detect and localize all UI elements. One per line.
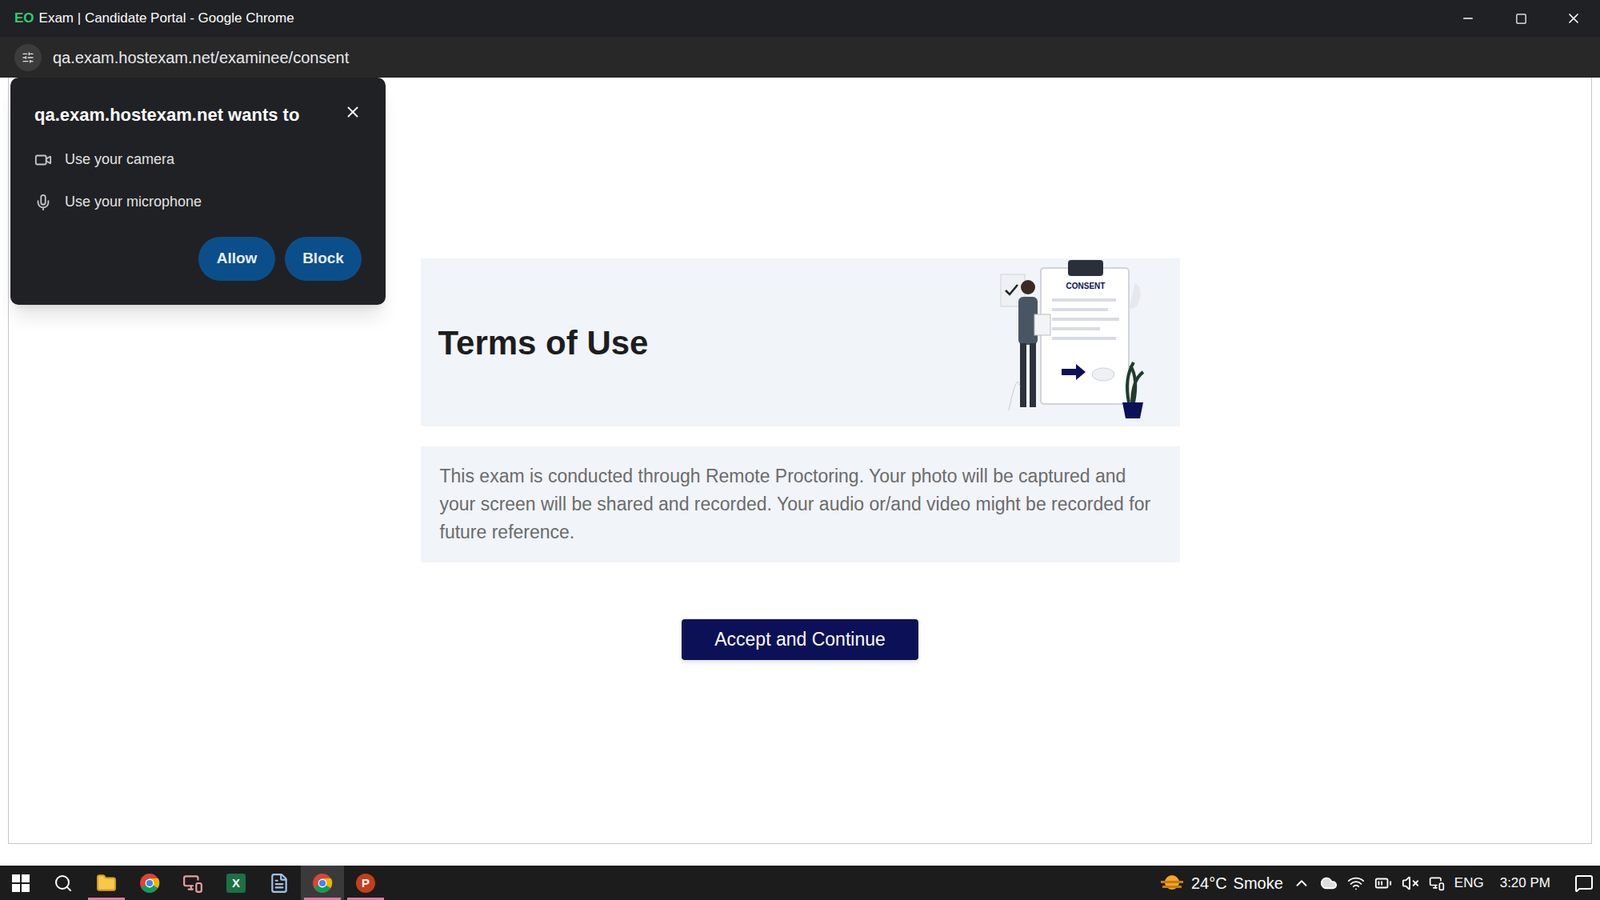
sun-haze-icon	[1159, 872, 1185, 894]
consent-description-card: This exam is conducted through Remote Pr…	[420, 446, 1180, 563]
search-icon	[53, 873, 73, 893]
open-indicator	[304, 897, 341, 900]
taskbar-app[interactable]	[171, 865, 215, 900]
cloud-icon[interactable]	[1320, 874, 1338, 892]
taskbar: X P 24°CSmoke ENG 3:20 PM	[0, 865, 1600, 900]
url-field[interactable]: qa.exam.hostexam.net/examinee/consent	[52, 45, 349, 70]
site-settings-icon	[21, 51, 35, 64]
volume-muted-icon[interactable]	[1401, 874, 1420, 892]
taskbar-app[interactable]: X	[214, 865, 258, 900]
camera-icon	[34, 151, 52, 169]
minimize-icon	[1460, 11, 1476, 26]
temperature: 24°C	[1191, 871, 1228, 896]
svg-text:CONSENT: CONSENT	[1065, 281, 1105, 291]
clock[interactable]: 3:20 PM	[1500, 872, 1551, 894]
notepad-icon	[268, 872, 290, 894]
battery-icon[interactable]	[1374, 874, 1392, 892]
folder-icon	[96, 872, 117, 894]
taskbar-app[interactable]	[128, 865, 172, 900]
window-title: Exam | Candidate Portal - Google Chrome	[39, 8, 295, 29]
title-bar: EOExam | Candidate Portal - Google Chrom…	[0, 0, 1600, 37]
close-button[interactable]	[1547, 0, 1600, 37]
screen: EOExam | Candidate Portal - Google Chrom…	[0, 0, 1600, 900]
search-button[interactable]	[41, 865, 85, 900]
weather-condition: Smoke	[1233, 871, 1284, 896]
close-prompt-icon[interactable]	[344, 103, 362, 121]
chrome-icon	[139, 872, 160, 894]
open-indicator	[88, 897, 125, 900]
permission-item: Use your microphone	[34, 191, 362, 213]
chevron-up-icon[interactable]	[1292, 874, 1311, 892]
permission-label: Use your microphone	[64, 191, 202, 213]
start-button[interactable]	[0, 865, 42, 900]
consent-description: This exam is conducted through Remote Pr…	[440, 462, 1161, 547]
permission-item: Use your camera	[34, 148, 362, 171]
meet-icon[interactable]	[1428, 875, 1445, 892]
consent-illustration: CONSENT	[992, 258, 1161, 427]
accept-button[interactable]: Accept and Continue	[681, 619, 919, 660]
permission-prompt: qa.exam.hostexam.net wants to Use your ca…	[10, 77, 386, 305]
consent-header-card: Terms of Use CONSENT	[420, 258, 1180, 427]
prompt-title: qa.exam.hostexam.net wants to	[34, 101, 300, 128]
wifi-icon[interactable]	[1347, 874, 1365, 892]
microphone-icon	[34, 193, 52, 212]
app-icon	[182, 872, 204, 894]
windows-icon	[12, 874, 30, 892]
close-icon	[1565, 10, 1582, 27]
permission-label: Use your camera	[64, 148, 175, 171]
chrome-icon	[312, 872, 333, 894]
language-indicator[interactable]: ENG	[1454, 872, 1484, 894]
taskbar-app[interactable]	[84, 865, 128, 900]
consent-title: Terms of Use	[438, 317, 649, 368]
weather-widget[interactable]: 24°CSmoke	[1159, 871, 1284, 896]
powerpoint-icon: P	[356, 873, 376, 893]
notifications-icon[interactable]	[1574, 873, 1594, 893]
excel-icon: X	[226, 873, 246, 893]
prompt-button[interactable]: Block	[284, 236, 362, 281]
taskbar-app[interactable]	[300, 865, 344, 900]
open-indicator	[347, 897, 384, 900]
app-logo: EO	[14, 8, 35, 29]
maximize-icon	[1515, 12, 1528, 25]
taskbar-app[interactable]	[257, 865, 301, 900]
maximize-button[interactable]	[1494, 0, 1548, 37]
minimize-button[interactable]	[1441, 0, 1495, 37]
prompt-button[interactable]: Allow	[198, 236, 276, 281]
taskbar-app[interactable]: P	[344, 865, 388, 900]
site-info-button[interactable]	[14, 44, 42, 72]
address-bar: qa.exam.hostexam.net/examinee/consent	[0, 36, 1600, 78]
